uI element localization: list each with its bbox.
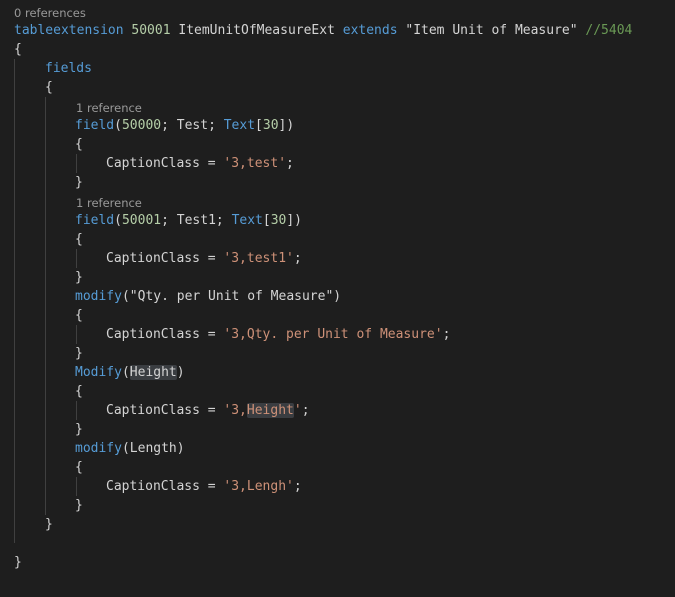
code-line-modify-qty: modify("Qty. per Unit of Measure") <box>14 287 675 306</box>
code-line-field-test1: field(50001; Test1; Text[30]) <box>14 211 675 230</box>
code-line-brace: { <box>14 382 675 401</box>
paren: ( <box>114 213 122 228</box>
field-type: Text <box>223 118 256 133</box>
code-comment: //5404 <box>585 23 633 38</box>
code-line-captionclass: CaptionClass = '3,Lengh'; <box>14 477 675 496</box>
open-brace: { <box>75 384 83 399</box>
code-line-brace: } <box>14 268 675 287</box>
property-value: '3,Lengh' <box>223 479 294 494</box>
property-value: '3,Qty. per Unit of Measure' <box>223 327 443 342</box>
open-brace: { <box>14 42 22 57</box>
property-value: '3,test1' <box>223 251 294 266</box>
code-lens-references[interactable]: 0 references <box>14 6 86 20</box>
open-brace: { <box>75 308 83 323</box>
property-value-highlighted: Height <box>246 403 294 418</box>
modify-target-highlighted: Height <box>129 365 177 380</box>
close-brace: } <box>45 517 53 532</box>
property-value: ' <box>293 403 302 418</box>
field-length: 30 <box>270 213 287 228</box>
modify-target: ("Qty. per Unit of Measure") <box>121 289 342 304</box>
property-name: CaptionClass = <box>106 479 224 494</box>
field-type: Text <box>231 213 263 228</box>
open-brace: { <box>75 460 83 475</box>
code-lens-references[interactable]: 1 reference <box>76 196 142 210</box>
keyword-field: field <box>75 213 115 228</box>
field-id: 50000 <box>121 118 162 133</box>
code-line-brace: { <box>14 135 675 154</box>
keyword-extends: extends <box>342 23 398 38</box>
field-name: ; Test1; <box>161 213 232 228</box>
code-line-brace: { <box>14 230 675 249</box>
code-editor[interactable]: 0 references tableextension 50001 ItemUn… <box>0 0 675 597</box>
code-line-tableextension: tableextension 50001 ItemUnitOfMeasureEx… <box>14 21 675 40</box>
semicolon: ; <box>442 327 451 342</box>
table-extension-id: 50001 <box>131 23 171 38</box>
table-extension-name: ItemUnitOfMeasureExt <box>178 23 335 38</box>
field-name: ; Test; <box>161 118 224 133</box>
close-brace: } <box>75 498 83 513</box>
keyword-modify: modify <box>75 289 122 304</box>
keyword-modify: Modify <box>75 365 122 380</box>
bracket: ]) <box>286 213 303 228</box>
paren: ( <box>114 118 122 133</box>
code-line-brace: } <box>14 420 675 439</box>
code-line-brace: } <box>14 344 675 363</box>
code-line-brace: { <box>14 40 675 59</box>
property-value: '3,test' <box>223 156 287 171</box>
close-brace: } <box>75 422 83 437</box>
property-name: CaptionClass = <box>106 251 224 266</box>
code-line-modify-length: modify(Length) <box>14 439 675 458</box>
semicolon: ; <box>293 251 302 266</box>
code-line-brace: { <box>14 306 675 325</box>
code-line-brace: { <box>14 458 675 477</box>
close-brace: } <box>75 346 83 361</box>
semicolon: ; <box>293 479 302 494</box>
code-line-brace: } <box>14 553 675 572</box>
keyword-fields: fields <box>45 61 92 76</box>
code-line-captionclass: CaptionClass = '3,Height'; <box>14 401 675 420</box>
property-name: CaptionClass = <box>106 156 224 171</box>
code-lens-references[interactable]: 1 reference <box>76 101 142 115</box>
code-line-field-test: field(50000; Test; Text[30]) <box>14 116 675 135</box>
paren: ) <box>176 365 185 380</box>
property-value: '3, <box>223 403 247 418</box>
code-line-captionclass: CaptionClass = '3,Qty. per Unit of Measu… <box>14 325 675 344</box>
code-line-modify-height: Modify(Height) <box>14 363 675 382</box>
semicolon: ; <box>301 403 310 418</box>
code-line-fields: fields <box>14 59 675 78</box>
property-name: CaptionClass = <box>106 327 224 342</box>
bracket: [ <box>255 118 263 133</box>
modify-target: (Length) <box>121 441 185 456</box>
code-line-brace: } <box>14 515 675 534</box>
open-brace: { <box>45 80 53 95</box>
extends-target: "Item Unit of Measure" <box>405 23 578 38</box>
field-id: 50001 <box>121 213 162 228</box>
code-line-captionclass: CaptionClass = '3,test'; <box>14 154 675 173</box>
close-brace: } <box>75 175 83 190</box>
close-brace: } <box>14 555 22 570</box>
property-name: CaptionClass = <box>106 403 224 418</box>
bracket: [ <box>262 213 271 228</box>
keyword-tableextension: tableextension <box>14 23 124 38</box>
semicolon: ; <box>286 156 294 171</box>
code-line-brace: } <box>14 496 675 515</box>
code-line-brace: { <box>14 78 675 97</box>
keyword-field: field <box>75 118 115 133</box>
paren: ( <box>121 365 130 380</box>
field-length: 30 <box>262 118 279 133</box>
bracket: ]) <box>278 118 295 133</box>
close-brace: } <box>75 270 83 285</box>
open-brace: { <box>75 137 83 152</box>
open-brace: { <box>75 232 83 247</box>
keyword-modify: modify <box>75 441 122 456</box>
code-line-brace: } <box>14 173 675 192</box>
code-line-captionclass: CaptionClass = '3,test1'; <box>14 249 675 268</box>
